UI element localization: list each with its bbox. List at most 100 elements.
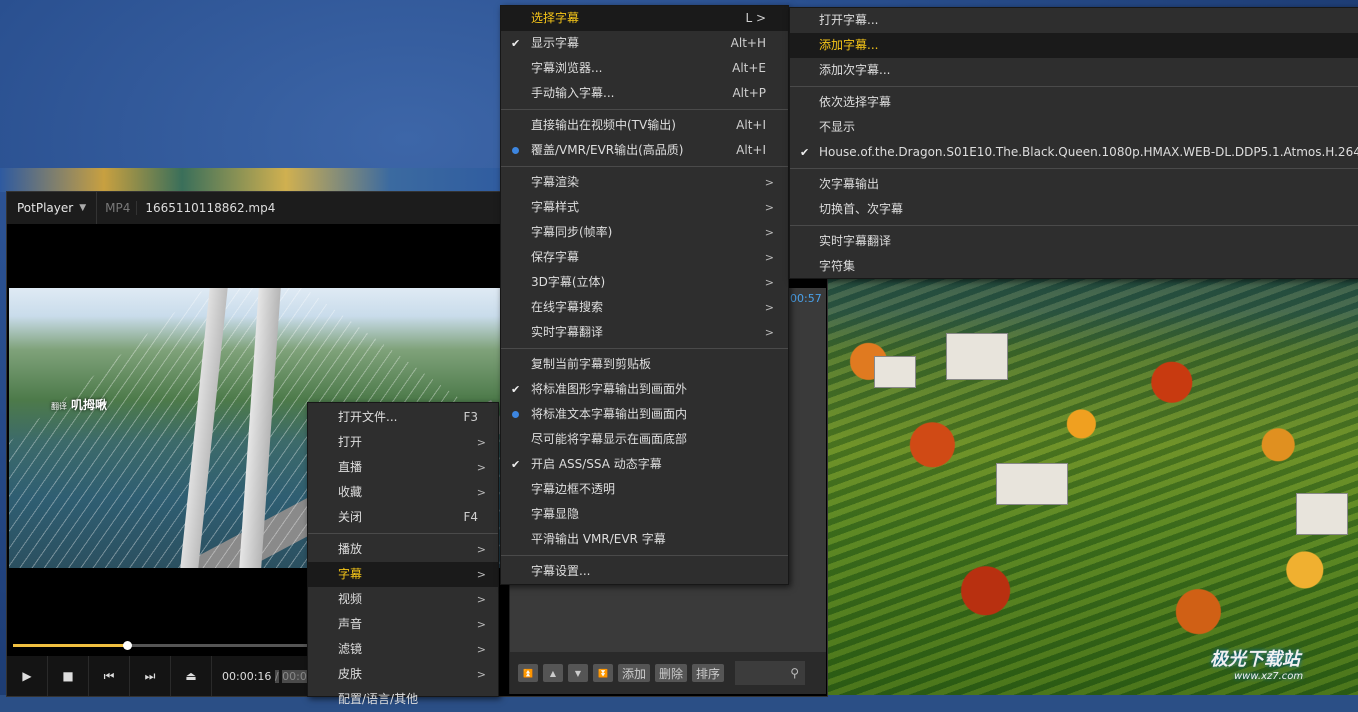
watermark-logo: 极光下载站 www.xz7.com (1210, 645, 1303, 682)
file-name: 1665110118862.mp4 (136, 201, 275, 215)
menu-item-smooth-output[interactable]: 平滑输出 VMR/EVR 字幕 (501, 527, 788, 552)
landscape-house (946, 333, 1008, 380)
caption-text: 叽拇啾 (71, 398, 108, 412)
menu-item-playback[interactable]: 播放 > (308, 537, 498, 562)
menu-item-select-subtitle[interactable]: 选择字幕 L > (501, 6, 788, 31)
menu-separator (790, 168, 1358, 169)
eject-button[interactable]: ⏏ (171, 656, 212, 696)
menu-separator (790, 225, 1358, 226)
chevron-right-icon: > (764, 176, 774, 189)
menu-item-swap-subtitles[interactable]: 切换首、次字幕 (790, 197, 1358, 222)
play-icon: ▶ (22, 669, 32, 683)
menu-item-toggle-subtitle[interactable]: 字幕显隐 (501, 502, 788, 527)
menu-item-secondary-output[interactable]: 次字幕输出 (790, 172, 1358, 197)
checkmark-icon: ✔ (511, 458, 521, 471)
chevron-right-icon: > (764, 326, 774, 339)
context-menu-subtitles: 选择字幕 L > ✔ 显示字幕 Alt+H 字幕浏览器... Alt+E 手动输入字幕.… (500, 5, 789, 585)
menu-item-realtime-translate[interactable]: 实时字幕翻译 (790, 229, 1358, 254)
delete-button[interactable]: 删除 (655, 664, 688, 682)
chevron-right-icon: > (764, 226, 774, 239)
menu-item-live[interactable]: 直播 > (308, 455, 498, 480)
menu-item-subtitle-settings[interactable]: 字幕设置... (501, 559, 788, 584)
menu-item-add-subtitle[interactable]: 添加字幕... (790, 33, 1358, 58)
playlist-search-input[interactable]: ⚲ (735, 661, 806, 685)
chevron-right-icon: > (476, 643, 486, 656)
chevron-right-icon: > (764, 251, 774, 264)
sort-button[interactable]: 排序 (692, 664, 725, 682)
menu-separator (501, 555, 788, 556)
menu-item-graphic-outside[interactable]: ✔ 将标准图形字幕输出到画面外 (501, 377, 788, 402)
menu-item-manual-subtitle[interactable]: 手动输入字幕... Alt+P (501, 81, 788, 106)
menu-item-show-bottom[interactable]: 尽可能将字幕显示在画面底部 (501, 427, 788, 452)
menu-item-close[interactable]: 关闭 F4 (308, 505, 498, 530)
add-button[interactable]: 添加 (618, 664, 651, 682)
menu-item-tv-output[interactable]: 直接输出在视频中(TV输出) Alt+I (501, 113, 788, 138)
menu-item-subtitle-render[interactable]: 字幕渲染 > (501, 170, 788, 195)
menu-item-config[interactable]: 配置/语言/其他 (308, 687, 498, 712)
move-bottom-button[interactable]: ⏬ (593, 664, 613, 682)
menu-item-open-subtitle[interactable]: 打开字幕... (790, 8, 1358, 33)
seek-bar-fill (13, 644, 127, 647)
next-button[interactable]: ⏭ (130, 656, 171, 696)
context-menu-select-subtitle: 打开字幕... 添加字幕... 添加次字幕... 依次选择字幕 不显示 ✔ Hou… (789, 7, 1358, 279)
menu-item-copy-subtitle[interactable]: 复制当前字幕到剪贴板 (501, 352, 788, 377)
menu-item-ass-ssa[interactable]: ✔ 开启 ASS/SSA 动态字幕 (501, 452, 788, 477)
time-display: 00:00:16 / 00:0 (212, 669, 307, 683)
menu-item-3d-subtitle[interactable]: 3D字幕(立体) > (501, 270, 788, 295)
menu-item-subtitle-style[interactable]: 字幕样式 > (501, 195, 788, 220)
menu-separator (501, 166, 788, 167)
menu-item-subtitles[interactable]: 字幕 > (308, 562, 498, 587)
watermark-url: www.xz7.com (1234, 671, 1304, 682)
menu-item-skins[interactable]: 皮肤 > (308, 662, 498, 687)
move-top-button[interactable]: ⏫ (518, 664, 538, 682)
potplayer-menu-button[interactable]: PotPlayer ▼ (7, 192, 98, 224)
menu-item-filters[interactable]: 滤镜 > (308, 637, 498, 662)
caption-tag: 翻译 (51, 402, 67, 411)
playlist-toolbar: ⏫ ▲ ▼ ⏬ 添加 删除 排序 ⚲ (510, 652, 826, 694)
menu-item-subtitle-browser[interactable]: 字幕浏览器... Alt+E (501, 56, 788, 81)
menu-item-hide-subtitle[interactable]: 不显示 (790, 115, 1358, 140)
chevron-right-icon: > (476, 543, 486, 556)
video-caption: 翻译 叽拇啾 (51, 396, 107, 413)
menu-item-text-inside[interactable]: 将标准文本字幕输出到画面内 (501, 402, 788, 427)
menu-item-favorites[interactable]: 收藏 > (308, 480, 498, 505)
seek-handle[interactable] (123, 641, 132, 650)
menu-item-video[interactable]: 视频 > (308, 587, 498, 612)
stop-icon: ■ (62, 669, 74, 683)
menu-item-charset[interactable]: 字符集 (790, 254, 1358, 279)
menu-item-audio[interactable]: 声音 > (308, 612, 498, 637)
total-time: 00:0 (282, 669, 307, 683)
move-up-button[interactable]: ▲ (543, 664, 563, 682)
menu-item-open[interactable]: 打开 > (308, 430, 498, 455)
menu-separator (501, 348, 788, 349)
move-bottom-icon: ⏬ (598, 668, 608, 678)
menu-item-cycle-subtitle[interactable]: 依次选择字幕 (790, 90, 1358, 115)
checkmark-icon: ✔ (511, 383, 521, 396)
landscape-house (874, 356, 916, 388)
menu-item-subtitle-file[interactable]: ✔ House.of.the.Dragon.S01E10.The.Black.Qu… (790, 140, 1358, 165)
stop-button[interactable]: ■ (48, 656, 89, 696)
checkmark-icon: ✔ (511, 37, 521, 50)
landscape-trees (826, 278, 1358, 695)
chevron-right-icon: > (476, 436, 486, 449)
menu-item-save-subtitle[interactable]: 保存字幕 > (501, 245, 788, 270)
landscape-house (1296, 493, 1348, 535)
playback-controls: ▶ ■ ⏮ ⏭ ⏏ 00:00:16 / 00:0 (7, 656, 327, 696)
chevron-down-icon: ▼ (79, 203, 87, 213)
play-button[interactable]: ▶ (7, 656, 48, 696)
menu-item-overlay-output[interactable]: 覆盖/VMR/EVR输出(高品质) Alt+I (501, 138, 788, 163)
menu-item-online-search[interactable]: 在线字幕搜索 > (501, 295, 788, 320)
menu-item-show-subtitles[interactable]: ✔ 显示字幕 Alt+H (501, 31, 788, 56)
menu-item-add-secondary-subtitle[interactable]: 添加次字幕... (790, 58, 1358, 83)
menu-item-subtitle-sync[interactable]: 字幕同步(帧率) > (501, 220, 788, 245)
watermark-title: 极光下载站 (1210, 649, 1300, 670)
eject-icon: ⏏ (185, 669, 197, 683)
menu-item-open-file[interactable]: 打开文件... F3 (308, 405, 498, 430)
context-menu-main: 打开文件... F3 打开 > 直播 > 收藏 > 关闭 F4 播放 > 字幕 > 视频 > 声… (307, 402, 499, 706)
seek-bar[interactable] (13, 641, 313, 650)
chevron-right-icon: > (476, 461, 486, 474)
menu-item-live-translate[interactable]: 实时字幕翻译 > (501, 320, 788, 345)
move-down-button[interactable]: ▼ (568, 664, 588, 682)
menu-item-opaque-border[interactable]: 字幕边框不透明 (501, 477, 788, 502)
previous-button[interactable]: ⏮ (89, 656, 130, 696)
